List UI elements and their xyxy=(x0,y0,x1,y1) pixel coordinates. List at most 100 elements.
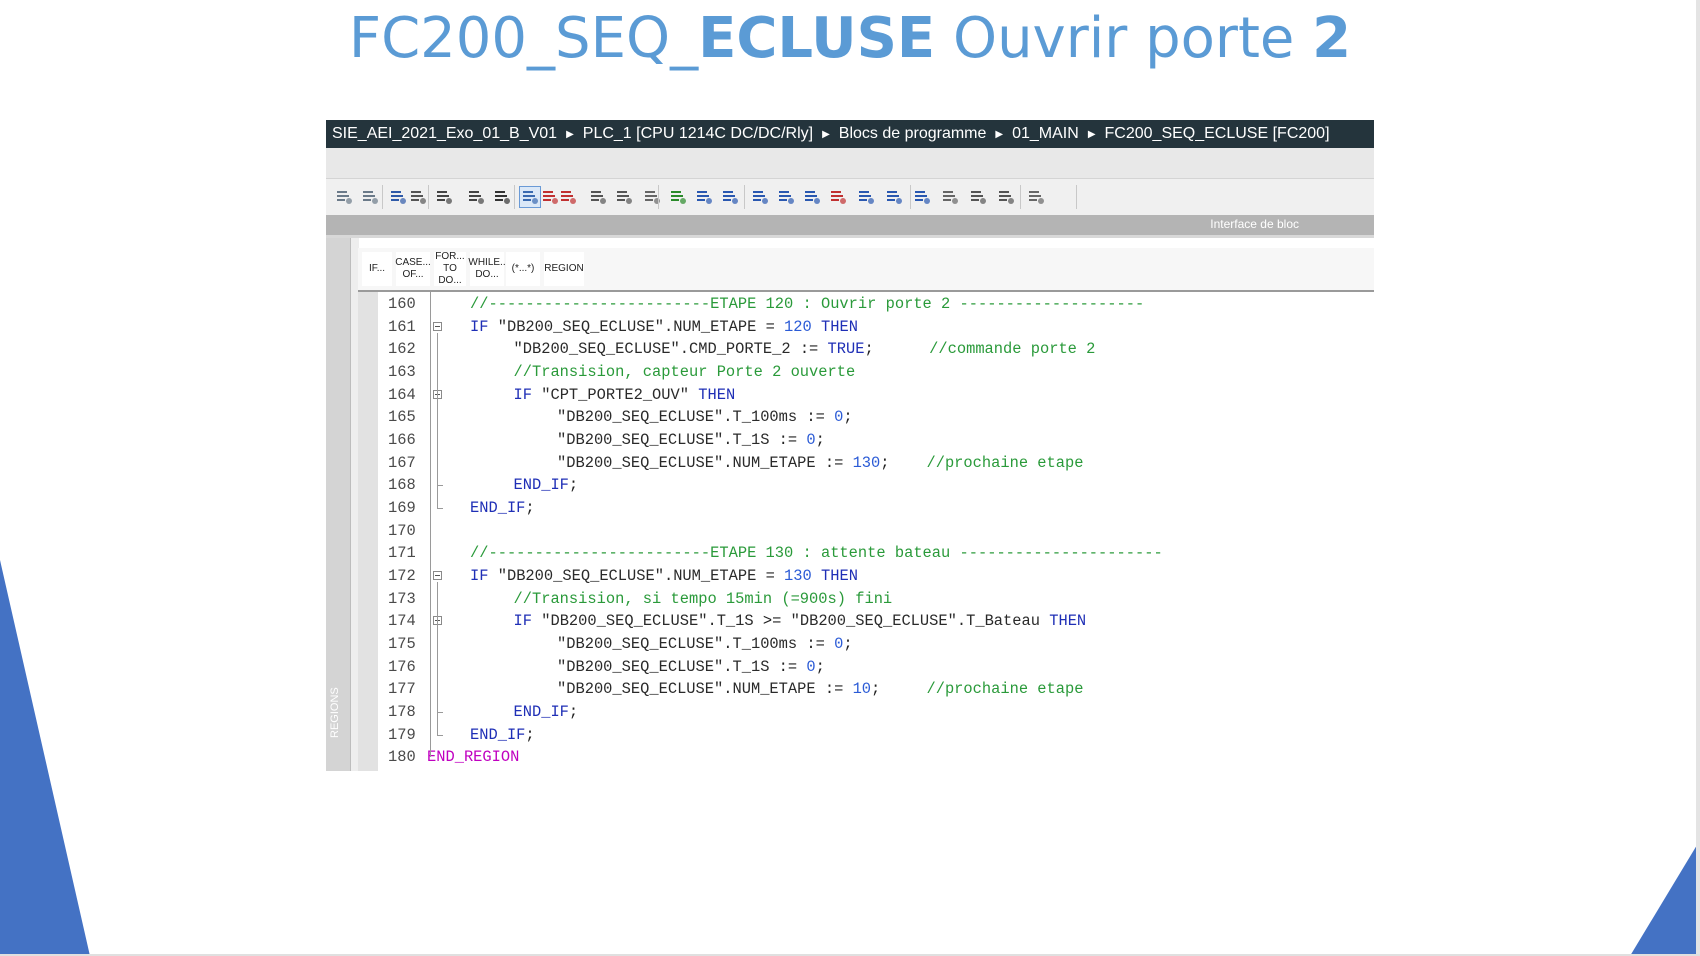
code-line[interactable]: 180 END_REGION xyxy=(378,746,1374,768)
code-line[interactable]: 160 //------------------------ETAPE 120 :… xyxy=(378,293,1374,315)
code-token: ; xyxy=(525,499,535,518)
keyword-button-3[interactable]: WHILE.. DO... xyxy=(468,252,506,286)
monitor-off-icon[interactable] xyxy=(996,187,1016,207)
fold-guide-end xyxy=(437,508,443,510)
fold-guide xyxy=(437,627,438,713)
list-icon[interactable] xyxy=(434,187,454,207)
keyword-button-label: (*...*) xyxy=(511,263,535,274)
code-token: ; xyxy=(815,657,825,676)
code-token: //prochaine etape xyxy=(926,453,1084,472)
editor-toolbar xyxy=(326,179,1374,215)
refresh-right-icon[interactable] xyxy=(912,187,932,207)
monitor-icon[interactable] xyxy=(968,187,988,207)
code-line[interactable]: 168 END_IF; xyxy=(378,474,1374,496)
code-token: "DB200_SEQ_ECLUSE".T_Bateau xyxy=(790,612,1040,631)
go-left-icon[interactable] xyxy=(694,187,714,207)
code-token: "DB200_SEQ_ECLUSE".NUM_ETAPE xyxy=(557,453,816,472)
code-line[interactable]: 167 "DB200_SEQ_ECLUSE".NUM_ETAPE := 130; … xyxy=(378,452,1374,474)
code-token: ; xyxy=(871,680,927,699)
insert-icon[interactable] xyxy=(388,187,408,207)
regions-panel[interactable]: REGIONS xyxy=(326,238,350,771)
code-line[interactable]: 175 "DB200_SEQ_ECLUSE".T_100ms := 0; xyxy=(378,633,1374,655)
grid-icon[interactable] xyxy=(776,187,796,207)
code-token: := xyxy=(769,657,807,676)
breakpoint-delete-icon[interactable] xyxy=(558,187,578,207)
collapse-icon[interactable] xyxy=(433,321,442,331)
keyword-button-2[interactable]: FOR... TO DO... xyxy=(434,251,466,286)
code-line[interactable]: 174 IF "DB200_SEQ_ECLUSE".T_1S >= "DB200_… xyxy=(378,610,1374,632)
code-line[interactable]: 163 //Transision, capteur Porte 2 ouverte xyxy=(378,361,1374,383)
breakpoint-icon[interactable] xyxy=(588,187,608,207)
database-icon[interactable] xyxy=(1026,187,1046,207)
code-line[interactable]: 170 xyxy=(378,520,1374,542)
code-line[interactable]: 171 //------------------------ETAPE 130 :… xyxy=(378,542,1374,564)
code-gutter xyxy=(358,292,378,771)
indent-decrease-icon[interactable] xyxy=(750,187,770,207)
code-line[interactable]: 178 END_IF; xyxy=(378,701,1374,723)
code-line[interactable]: 165 "DB200_SEQ_ECLUSE".T_100ms := 0; xyxy=(378,406,1374,428)
code-line[interactable]: 172 IF "DB200_SEQ_ECLUSE".NUM_ETAPE = 130… xyxy=(378,565,1374,587)
block-icon[interactable] xyxy=(466,187,486,207)
toolbar-separator xyxy=(1020,185,1021,209)
keyword-button-4[interactable]: (*...*) xyxy=(506,252,540,286)
breadcrumb-folder[interactable]: 01_MAIN xyxy=(1012,125,1079,142)
outdent-icon[interactable] xyxy=(360,187,380,207)
keyword-button-5[interactable]: REGION xyxy=(544,252,584,286)
breadcrumb-block[interactable]: FC200_SEQ_ECLUSE [FC200] xyxy=(1105,125,1330,142)
code-editor[interactable]: 160 //------------------------ETAPE 120 :… xyxy=(378,292,1374,771)
line-number: 174 xyxy=(388,612,416,631)
keyword-button-0[interactable]: IF... xyxy=(362,252,392,286)
code-text: "DB200_SEQ_ECLUSE".T_1S := 0; xyxy=(557,656,825,678)
code-line[interactable]: 162 "DB200_SEQ_ECLUSE".CMD_PORTE_2 := TRU… xyxy=(378,338,1374,360)
keyword-button-1[interactable]: CASE... OF... xyxy=(395,252,431,286)
code-token: "DB200_SEQ_ECLUSE".T_100ms xyxy=(557,635,798,654)
code-line[interactable]: 176 "DB200_SEQ_ECLUSE".T_1S := 0; xyxy=(378,656,1374,678)
code-line[interactable]: 177 "DB200_SEQ_ECLUSE".NUM_ETAPE := 10; /… xyxy=(378,678,1374,700)
breadcrumb-project[interactable]: SIE_AEI_2021_Exo_01_B_V01 xyxy=(332,125,557,142)
sort-red-icon[interactable] xyxy=(828,187,848,207)
code-line[interactable]: 173 //Transision, si tempo 15min (=900s) … xyxy=(378,588,1374,610)
code-token: ; xyxy=(568,476,579,495)
check-icon[interactable] xyxy=(668,187,688,207)
keyword-button-label: REGION xyxy=(544,263,584,274)
code-line[interactable]: 169 END_IF; xyxy=(378,497,1374,519)
code-token: //commande porte 2 xyxy=(929,340,1096,359)
block-interface-bar[interactable]: Interface de bloc xyxy=(326,215,1374,235)
code-line[interactable]: 164 IF "CPT_PORTE2_OUV" THEN xyxy=(378,384,1374,406)
keyword-button-label: WHILE.. xyxy=(468,257,506,268)
code-text: IF "DB200_SEQ_ECLUSE".NUM_ETAPE = 130 TH… xyxy=(470,565,858,587)
line-number: 167 xyxy=(388,453,416,472)
code-token: "DB200_SEQ_ECLUSE".T_1S xyxy=(557,431,770,450)
code-token: THEN xyxy=(1039,612,1087,631)
bookmark-icon[interactable] xyxy=(408,187,428,207)
breadcrumb-program-blocks[interactable]: Blocs de programme xyxy=(839,125,987,142)
line-number: 168 xyxy=(388,476,416,495)
code-token: END_IF xyxy=(470,499,526,518)
indent-increase-icon[interactable] xyxy=(720,187,740,207)
code-token: //------------------------ETAPE 130 : at… xyxy=(470,544,1163,563)
sort-icon[interactable] xyxy=(802,187,822,207)
code-text: "DB200_SEQ_ECLUSE".CMD_PORTE_2 := TRUE; … xyxy=(514,338,1096,360)
code-token: = xyxy=(756,317,785,336)
code-token: TRUE xyxy=(827,340,865,359)
watch-icon[interactable] xyxy=(614,187,634,207)
code-line[interactable]: 179 END_IF; xyxy=(378,724,1374,746)
tia-portal-editor: SIE_AEI_2021_Exo_01_B_V01 ▶ PLC_1 [CPU 121… xyxy=(326,120,1374,771)
line-number: 162 xyxy=(388,340,416,359)
list-view-icon[interactable] xyxy=(642,187,662,207)
indent-icon[interactable] xyxy=(334,187,354,207)
select-icon[interactable] xyxy=(519,186,541,208)
collapse-icon[interactable] xyxy=(433,571,442,581)
line-number: 177 xyxy=(388,680,416,699)
refresh-left-icon[interactable] xyxy=(884,187,904,207)
code-line[interactable]: 161 IF "DB200_SEQ_ECLUSE".NUM_ETAPE = 120… xyxy=(378,316,1374,338)
breadcrumb-plc[interactable]: PLC_1 [CPU 1214C DC/DC/Rly] xyxy=(583,125,813,142)
code-text: END_IF; xyxy=(470,497,535,519)
title-bold-1: ECLUSE xyxy=(698,6,936,71)
code-line[interactable]: 166 "DB200_SEQ_ECLUSE".T_1S := 0; xyxy=(378,429,1374,451)
star-icon[interactable] xyxy=(856,187,876,207)
download-icon[interactable] xyxy=(492,187,512,207)
breakpoint-remove-icon[interactable] xyxy=(540,187,560,207)
settings-icon[interactable] xyxy=(940,187,960,207)
code-token: >= xyxy=(753,612,791,631)
